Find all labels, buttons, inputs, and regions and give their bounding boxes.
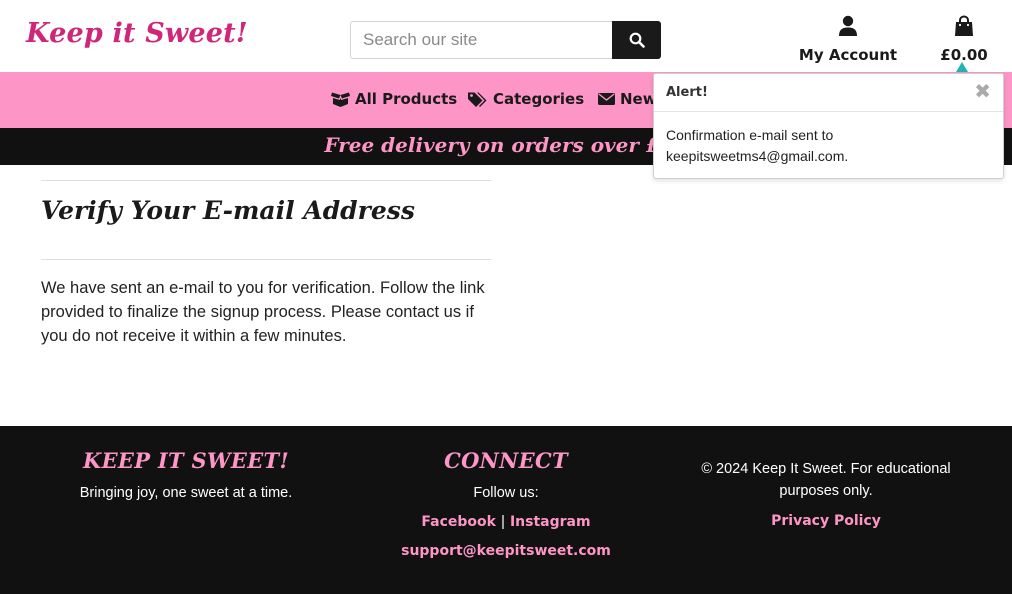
page-title: Verify Your E-mail Address	[41, 196, 415, 225]
copyright-text: © 2024 Keep It Sweet. For educational pu…	[701, 461, 951, 499]
footer-follow-label: Follow us:	[473, 485, 539, 501]
user-icon	[839, 15, 857, 36]
nav-all-products-label: All Products	[355, 90, 458, 108]
alert-title: Alert!	[666, 85, 708, 100]
alert-pointer	[956, 62, 968, 72]
social-links: Facebook | Instagram	[360, 511, 652, 530]
nav-categories-label: Categories	[493, 90, 585, 108]
footer-brand: KEEP IT SWEET! Bringing joy, one sweet a…	[40, 426, 332, 501]
divider	[41, 180, 491, 181]
footer-tagline: Bringing joy, one sweet at a time.	[79, 485, 293, 501]
instagram-link[interactable]: Instagram	[510, 514, 591, 530]
search-input[interactable]	[350, 21, 612, 59]
site-footer: KEEP IT SWEET! Bringing joy, one sweet a…	[0, 426, 1012, 594]
envelope-icon	[598, 93, 615, 105]
nav-all-products[interactable]: All Products	[331, 90, 457, 108]
search-form	[350, 21, 661, 59]
tags-icon	[468, 92, 487, 107]
support-email-link[interactable]: support@keepitsweet.com	[401, 543, 611, 559]
nav-categories[interactable]: Categories	[468, 90, 584, 108]
close-icon[interactable]: ✖	[974, 79, 991, 103]
privacy-policy-link[interactable]: Privacy Policy	[771, 513, 881, 529]
facebook-link[interactable]: Facebook	[421, 514, 496, 530]
shopping-bag-icon	[955, 15, 973, 36]
social-separator: |	[501, 514, 505, 530]
divider	[41, 259, 491, 260]
site-logo[interactable]: Keep it Sweet!	[26, 18, 248, 49]
footer-connect-heading: CONNECT	[444, 448, 568, 473]
footer-connect: CONNECT Follow us: Facebook | Instagram …	[360, 426, 652, 559]
alert-message: Confirmation e-mail sent to keepitsweetm…	[666, 127, 849, 164]
search-button[interactable]	[612, 21, 661, 59]
search-icon	[629, 32, 645, 48]
footer-legal: © 2024 Keep It Sweet. For educational pu…	[682, 426, 970, 529]
my-account-label: My Account	[798, 46, 898, 64]
nav-new[interactable]: New	[598, 90, 657, 108]
nav-new-label: New	[620, 90, 657, 108]
alert-popover: Alert! ✖ Confirmation e-mail sent to kee…	[653, 73, 1004, 179]
box-open-icon	[331, 92, 350, 107]
site-header: Keep it Sweet! My Account £0.00	[0, 0, 1012, 72]
alert-header: Alert! ✖	[654, 74, 1003, 112]
my-account-link[interactable]: My Account	[798, 15, 898, 64]
cart-link[interactable]: £0.00	[935, 15, 993, 64]
footer-brand-heading: KEEP IT SWEET!	[83, 448, 289, 473]
verification-message: We have sent an e-mail to you for verifi…	[41, 279, 485, 345]
